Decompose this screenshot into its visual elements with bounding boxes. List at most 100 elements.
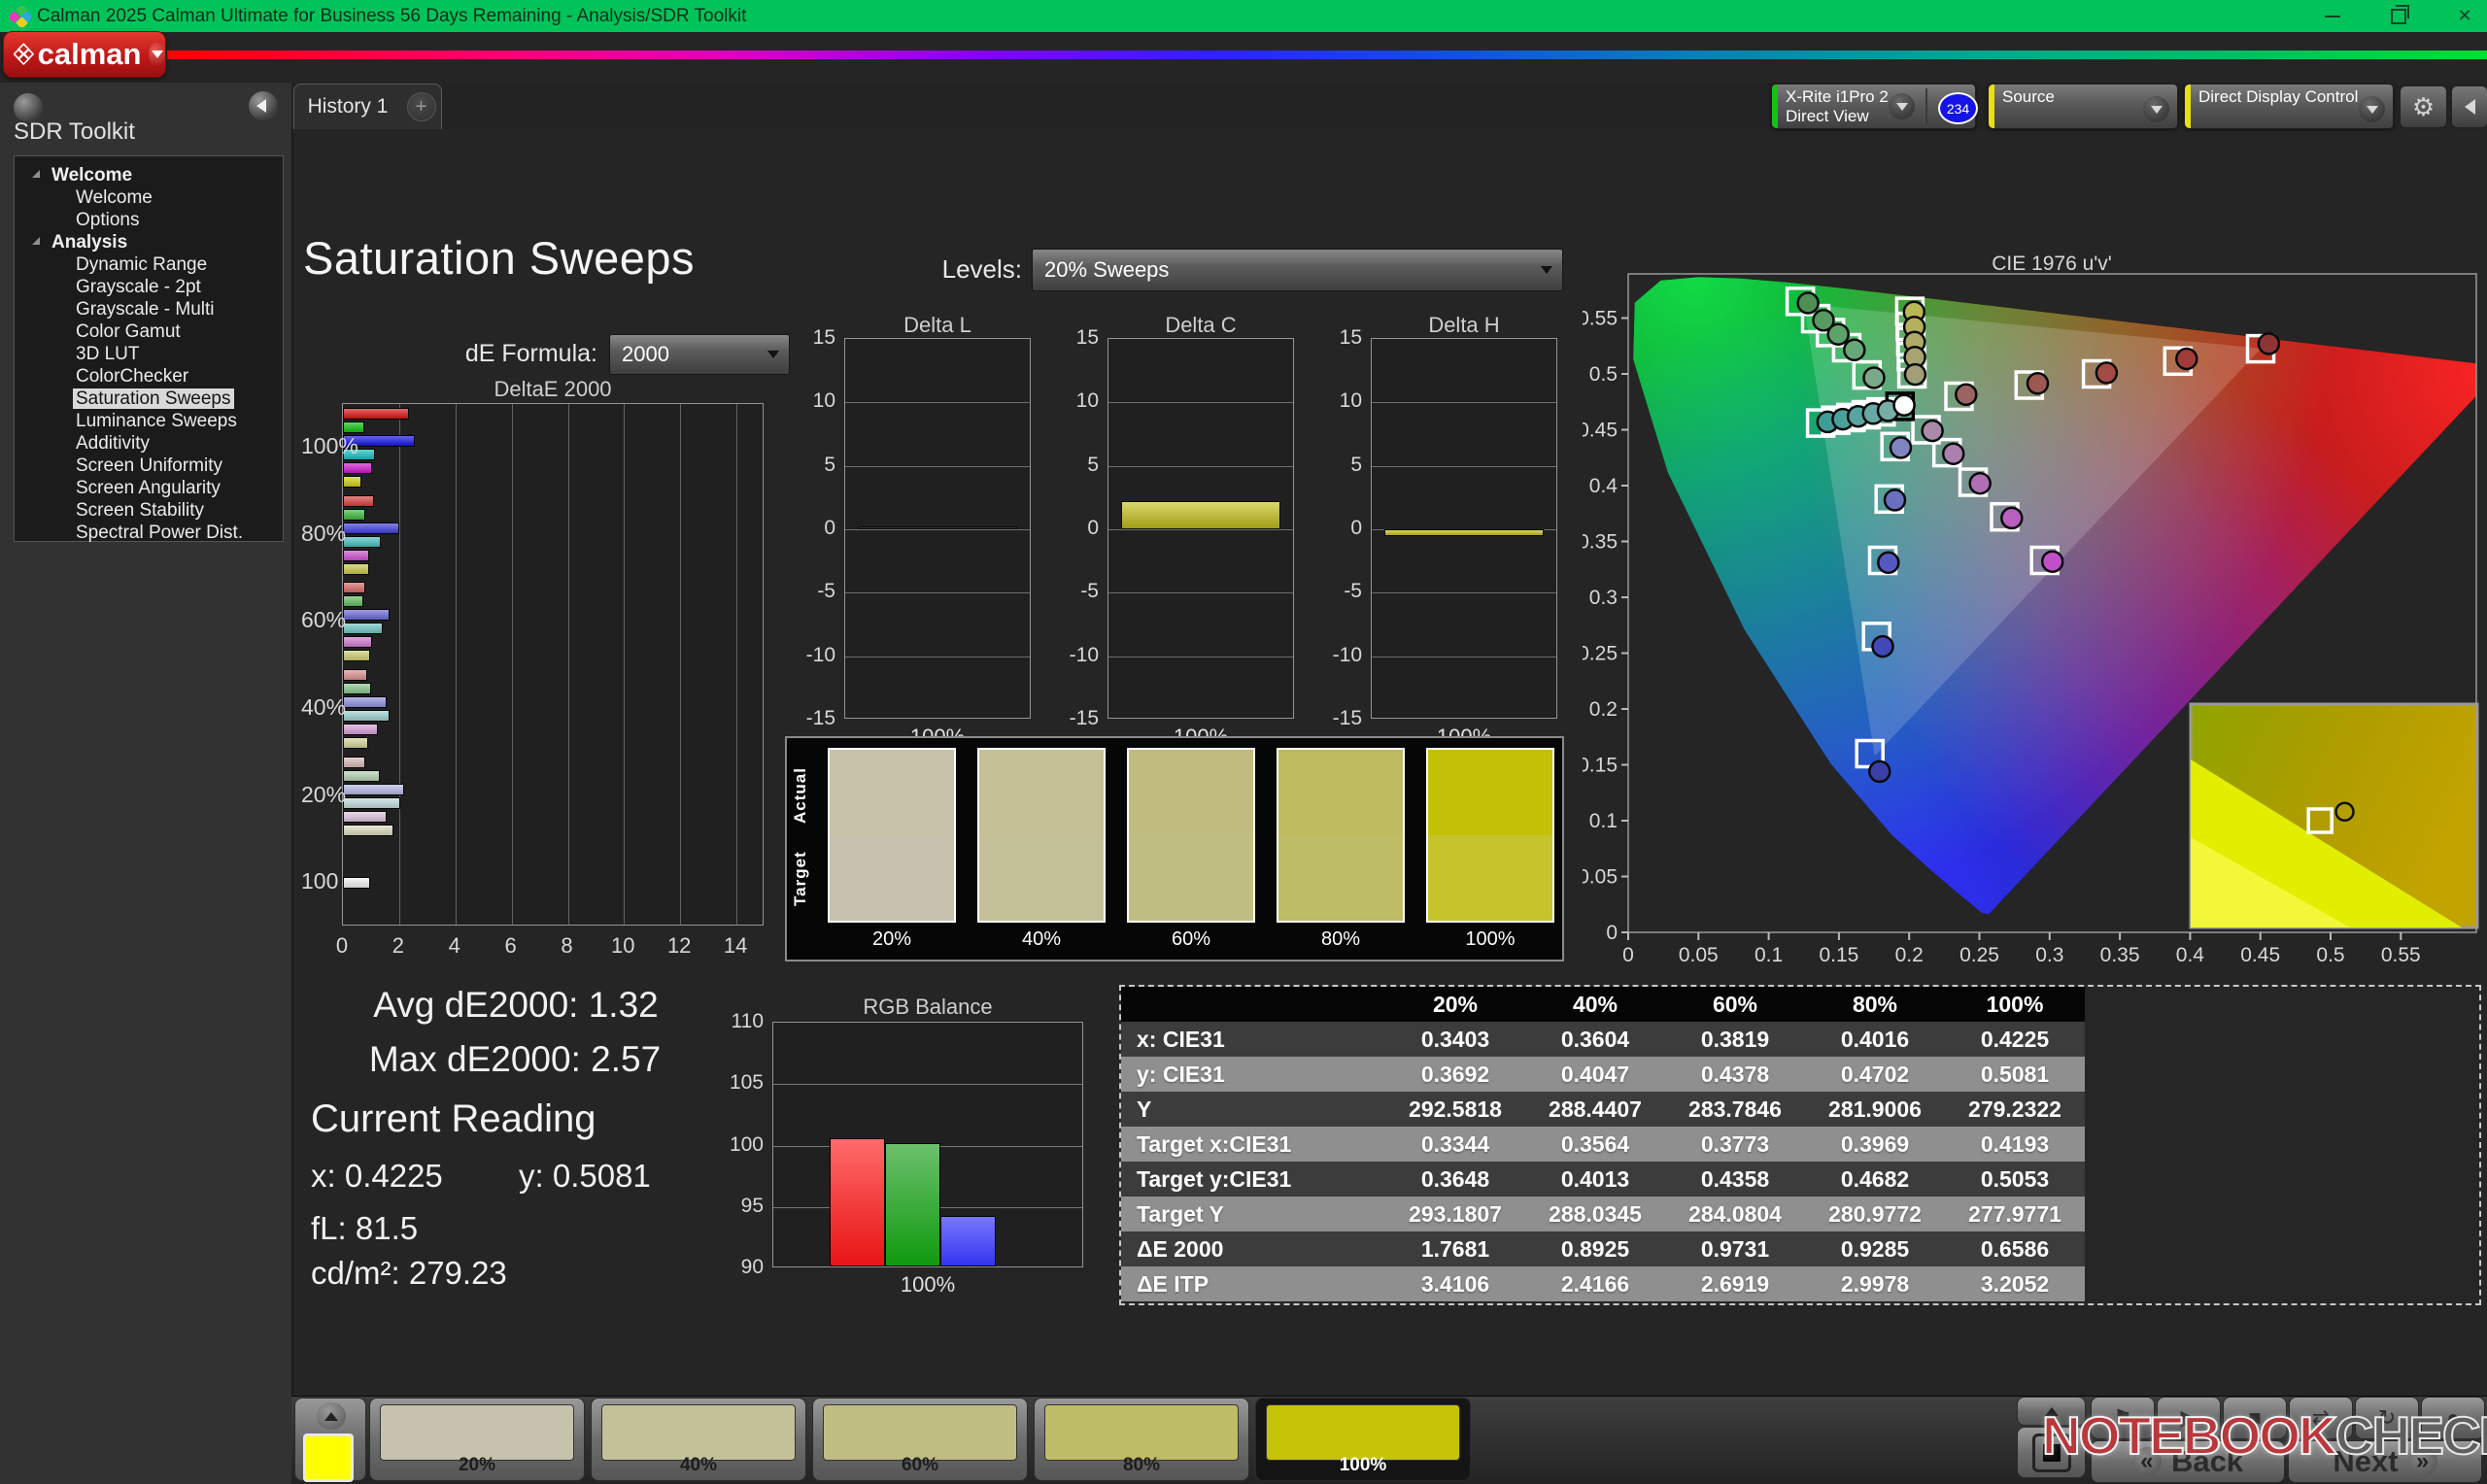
sidebar-collapse-button[interactable]: [249, 91, 278, 120]
shuffle-button[interactable]: ⇄: [2289, 1397, 2353, 1439]
chevron-left-icon: [2464, 99, 2475, 115]
meter-dropdown-arrow[interactable]: [1889, 93, 1915, 119]
table-row: ΔE 2000 1.7681 0.8925 0.9731 0.9285 0.6586: [1121, 1231, 2085, 1266]
y-tick-label: 0.35: [1583, 531, 1618, 554]
minimize-button[interactable]: [2310, 0, 2355, 32]
sidebar-item-options[interactable]: Options: [15, 209, 283, 231]
divider: [1925, 88, 1927, 124]
swatch-label: 40%: [1021, 928, 1062, 950]
stop-flag-button[interactable]: ⚑: [2091, 1397, 2155, 1439]
pattern-button-80%[interactable]: 80%: [1034, 1398, 1249, 1481]
levels-dropdown[interactable]: 20% Sweeps: [1032, 249, 1563, 291]
play-button[interactable]: ▶: [2157, 1397, 2221, 1439]
y-tick-label: 10: [1075, 389, 1099, 413]
measured-dot-red: [2095, 361, 2119, 385]
measurement-table-panel: 20% 40% 60% 80% 100% x: CIE31 0.3403 0.3604 0.38…: [1119, 985, 2481, 1305]
y-tick-label: 105: [729, 1071, 764, 1095]
sidebar-item-spectral-power-dist-[interactable]: Spectral Power Dist.: [15, 522, 283, 544]
gridline: [773, 1084, 1082, 1086]
actual-swatch: [1278, 750, 1403, 835]
display-control-dropdown[interactable]: Direct Display Control: [2184, 84, 2394, 129]
delta-l-chart: Delta L151050-5-10-15100%: [783, 313, 1036, 759]
swatch-60%: [1127, 748, 1255, 923]
expander-icon: [32, 170, 40, 178]
col-header: 20%: [1385, 987, 1525, 1022]
gridline: [624, 404, 626, 925]
table-cell: 277.9771: [1945, 1197, 2085, 1231]
table-header-row: 20% 40% 60% 80% 100%: [1121, 987, 2085, 1022]
source-dropdown[interactable]: Source: [1988, 84, 2178, 129]
de-bar-80%-2: [343, 522, 399, 534]
pattern-button-60%[interactable]: 60%: [812, 1398, 1028, 1481]
restore-button[interactable]: [2376, 0, 2421, 32]
x-tick-label: 0.1: [1755, 944, 1783, 966]
sidebar-group-analysis[interactable]: Analysis: [15, 231, 283, 253]
measured-dot-green: [1796, 291, 1820, 315]
pattern-collapse-control[interactable]: [294, 1398, 366, 1482]
sidebar-item-saturation-sweeps[interactable]: Saturation Sweeps: [15, 388, 283, 410]
chart-title: Delta L: [903, 313, 971, 337]
next-button[interactable]: Next »: [2288, 1440, 2482, 1483]
sidebar-item-color-gamut[interactable]: Color Gamut: [15, 320, 283, 343]
chevron-up-icon: [2044, 1406, 2059, 1416]
back-button[interactable]: « Back: [2091, 1440, 2285, 1483]
table-row: ΔE ITP 3.4106 2.4166 2.6919 2.9978 3.2052: [1121, 1266, 2085, 1301]
de-bar-20%-0: [343, 756, 365, 768]
sidebar-item-screen-uniformity[interactable]: Screen Uniformity: [15, 455, 283, 477]
tab-history-1[interactable]: History 1: [293, 84, 402, 129]
refresh-icon: ↻: [2377, 1405, 2397, 1430]
pattern-button-40%[interactable]: 40%: [591, 1398, 806, 1481]
stop-button[interactable]: ■: [2223, 1397, 2287, 1439]
table-cell: 281.9006: [1805, 1092, 1945, 1127]
sidebar-item-screen-angularity[interactable]: Screen Angularity: [15, 477, 283, 499]
sidebar-item-screen-stability[interactable]: Screen Stability: [15, 499, 283, 522]
collapse-up-button[interactable]: [317, 1402, 346, 1430]
display-control-dropdown-arrow[interactable]: [2359, 96, 2385, 122]
sidebar-item-luminance-sweeps[interactable]: Luminance Sweeps: [15, 410, 283, 432]
measured-dot-magenta: [1941, 442, 1965, 465]
settings-button[interactable]: ⚙: [2400, 85, 2447, 128]
pattern-swatch: [380, 1404, 574, 1461]
sidebar-item-additivity[interactable]: Additivity: [15, 432, 283, 455]
measured-dot-green: [1862, 366, 1886, 389]
x-tick-label: 12: [666, 933, 692, 958]
plot-area: [772, 1022, 1083, 1267]
measured-dot-blue: [1877, 551, 1900, 575]
meter-status-stripe: [1772, 84, 1778, 128]
y-tick-label: -5: [1344, 580, 1362, 603]
sidebar-item-3d-lut[interactable]: 3D LUT: [15, 343, 283, 365]
chevron-left-icon: [256, 99, 266, 113]
stop-pattern-button[interactable]: [2017, 1427, 2086, 1478]
sidebar-item-grayscale-2pt[interactable]: Grayscale - 2pt: [15, 276, 283, 298]
table-cell: 0.9285: [1805, 1231, 1945, 1266]
row-label: y: CIE31: [1121, 1057, 1385, 1092]
stop-square-fill: [2042, 1443, 2061, 1462]
sidebar-item-colorchecker[interactable]: ColorChecker: [15, 365, 283, 388]
pattern-button-100%[interactable]: 100%: [1255, 1398, 1471, 1481]
table-row: Target y:CIE31 0.3648 0.4013 0.4358 0.4682 0.…: [1121, 1162, 2085, 1197]
toolbar-collapse-button[interactable]: [2451, 85, 2487, 128]
calman-menu-dropdown[interactable]: [149, 43, 165, 66]
source-dropdown-arrow[interactable]: [2143, 96, 2169, 122]
new-tab-button[interactable]: +: [401, 84, 442, 129]
page-title: Saturation Sweeps: [303, 232, 696, 284]
sidebar-item-welcome[interactable]: Welcome: [15, 186, 283, 209]
pattern-button-20%[interactable]: 20%: [369, 1398, 585, 1481]
close-button[interactable]: ✕: [2442, 0, 2487, 32]
panel-collapse-button[interactable]: [2017, 1397, 2086, 1426]
gridline: [455, 404, 457, 925]
gridline: [1372, 402, 1556, 404]
calman-menu-button[interactable]: calman: [3, 31, 166, 78]
measured-dot-green: [1843, 338, 1866, 362]
de-formula-dropdown[interactable]: 2000: [609, 334, 790, 375]
sidebar-group-welcome[interactable]: Welcome: [15, 164, 283, 186]
refresh-button[interactable]: ↻: [2355, 1397, 2419, 1439]
source-label: Source: [2002, 87, 2055, 106]
expander-icon: [32, 237, 40, 245]
meter-dropdown[interactable]: X-Rite i1Pro 2 Direct View 234: [1771, 84, 1978, 129]
shuffle-icon: ⇄: [2311, 1405, 2331, 1430]
record-button[interactable]: ●: [2421, 1397, 2485, 1439]
sidebar-item-dynamic-range[interactable]: Dynamic Range: [15, 253, 283, 276]
sidebar-item-grayscale-multi[interactable]: Grayscale - Multi: [15, 298, 283, 320]
x-tick-label: 0.4: [2176, 944, 2205, 966]
